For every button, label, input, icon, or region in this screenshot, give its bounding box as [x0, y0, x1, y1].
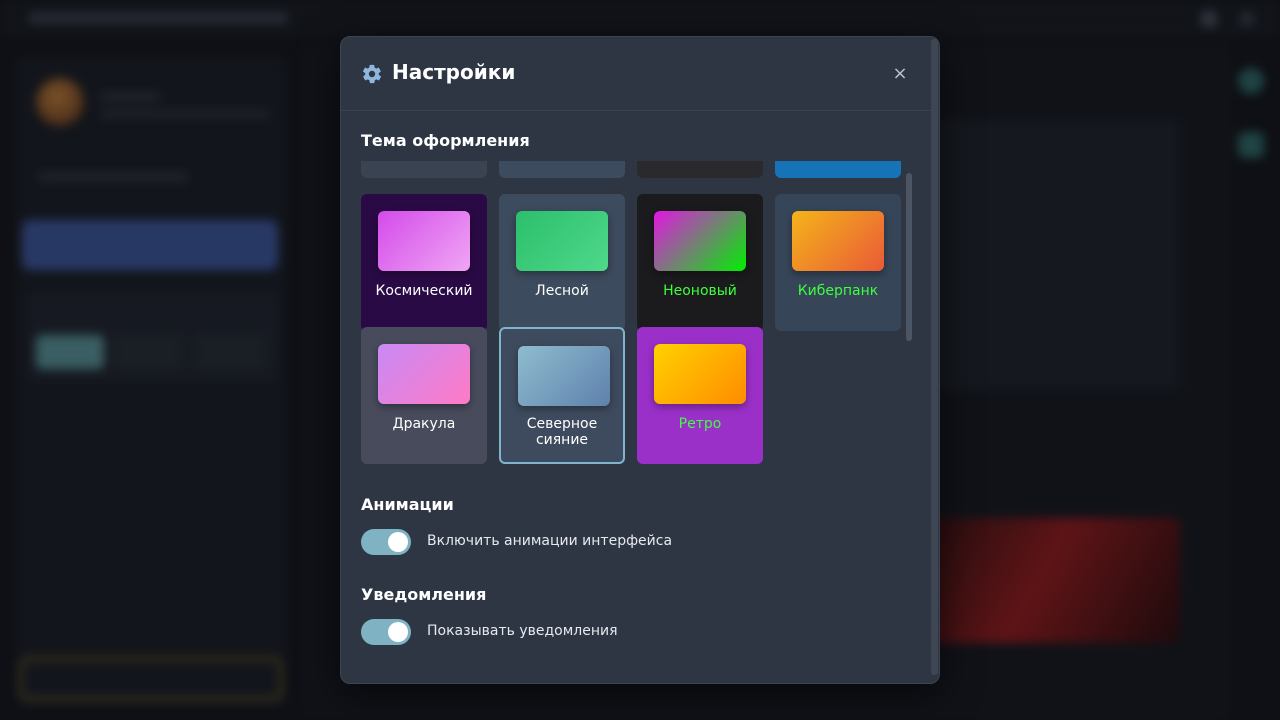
theme-tile[interactable]: Космический [361, 194, 487, 331]
theme-tile[interactable]: Дракула [361, 327, 487, 464]
theme-swatch [516, 211, 608, 271]
theme-tile[interactable] [637, 161, 763, 178]
theme-label: Неоновый [663, 283, 737, 299]
bg-dot [1238, 132, 1264, 158]
bg-image [930, 518, 1180, 643]
theme-tile[interactable]: Киберпанк [775, 194, 901, 331]
theme-tile[interactable] [361, 161, 487, 178]
theme-swatch [378, 211, 470, 271]
theme-tile[interactable]: Ретро [637, 327, 763, 464]
theme-label: Лесной [535, 283, 589, 299]
bg-button [22, 220, 278, 270]
modal-title: Настройки [392, 60, 516, 84]
toggle-knob [388, 622, 408, 642]
theme-grid-scrollbar[interactable] [906, 173, 912, 341]
bg-panel [930, 120, 1180, 390]
theme-swatch [654, 211, 746, 271]
theme-label: Киберпанк [797, 283, 879, 299]
bg-chip [114, 335, 182, 369]
bg-topbar [0, 0, 1280, 36]
modal-scrollbar[interactable] [931, 39, 938, 675]
bg-line [100, 92, 160, 102]
notifications-toggle[interactable] [361, 619, 411, 645]
theme-label: Северное сияние [526, 416, 598, 448]
animations-title: Анимации [361, 495, 454, 514]
theme-tile[interactable]: Северное сияние [499, 327, 625, 464]
gear-icon [362, 64, 382, 84]
theme-swatch [654, 344, 746, 404]
bg-dot [1238, 68, 1264, 94]
theme-tile[interactable] [775, 161, 901, 178]
bg-avatar [36, 78, 84, 126]
modal-header: Настройки × [341, 37, 939, 111]
animations-toggle-label: Включить анимации интерфейса [427, 533, 673, 549]
theme-swatch [792, 211, 884, 271]
settings-modal: Настройки × Тема оформления Космический Л… [340, 36, 940, 684]
theme-tile[interactable]: Неоновый [637, 194, 763, 331]
toggle-knob [388, 532, 408, 552]
bg-line [100, 110, 270, 118]
bg-chip [196, 335, 264, 369]
close-icon[interactable]: × [889, 63, 911, 85]
animations-toggle[interactable] [361, 529, 411, 555]
bg-chip [36, 335, 104, 369]
theme-tile[interactable]: Лесной [499, 194, 625, 331]
bg-line [38, 172, 188, 182]
notifications-title: Уведомления [361, 585, 487, 604]
theme-label: Дракула [392, 416, 456, 432]
theme-swatch [378, 344, 470, 404]
notifications-toggle-label: Показывать уведомления [427, 623, 618, 639]
theme-label: Космический [375, 283, 473, 299]
theme-label: Ретро [678, 416, 722, 432]
theme-tile[interactable] [499, 161, 625, 178]
theme-grid: Космический Лесной Неоновый Киберпанк Дракул… [341, 161, 921, 473]
theme-section-title: Тема оформления [361, 131, 530, 150]
theme-swatch [518, 346, 610, 406]
bg-gold-box [20, 658, 282, 700]
